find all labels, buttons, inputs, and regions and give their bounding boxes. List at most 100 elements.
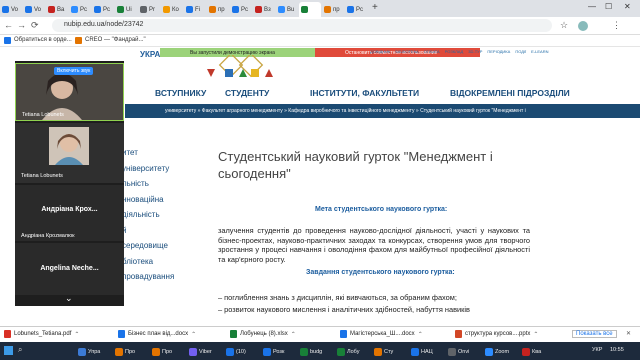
chevron-up-icon[interactable]: ⌃ [533,331,538,338]
download-item[interactable]: Бізнес план від...docx ⌃ [118,330,196,338]
nav-item-applicant[interactable]: ВСТУПНИКУ [155,88,206,98]
participant-photo-tile[interactable]: Tetiana Lobunets [15,123,124,183]
taskbar-app[interactable]: Про [152,346,172,357]
top-link[interactable]: ПЕРІОДИКА [487,49,510,54]
show-all-downloads-button[interactable]: Показать все [572,330,617,338]
browser-tab[interactable]: пр [207,2,229,17]
app-icon [115,347,123,356]
top-link[interactable]: РОЗКЛАД [445,49,464,54]
reload-icon[interactable]: ⟳ [31,20,39,31]
taskbar-app[interactable]: budg [300,346,322,357]
browser-tab[interactable]: Ui [115,2,137,17]
downloads-bar: Lobunets_Tetiana.pdf ⌃ Бізнес план від...d… [0,326,640,342]
nav-item-institutes[interactable]: ІНСТИТУТИ, ФАКУЛЬТЕТИ [310,88,419,98]
new-tab-button[interactable]: + [368,2,382,17]
taskbar-app-label: Лобу [347,348,360,355]
url-field[interactable]: nubip.edu.ua/node/23742 [52,19,552,32]
windows-taskbar: ⌕ УКР 10:55 Упра Про Про Viber (10) Розк budg Л… [0,342,640,360]
top-link[interactable]: ДОВІДНИК [370,49,390,54]
browser-tab[interactable]: Vo [0,2,22,17]
task-item: – розвиток наукового мислення і аналітич… [218,305,470,314]
browser-tab[interactable]: Pc [230,2,252,17]
taskbar-app[interactable]: Упра [78,346,100,357]
forward-arrow-icon[interactable]: → [17,20,26,30]
taskbar-app[interactable]: Сту [374,346,393,357]
nav-item-student[interactable]: СТУДЕНТУ [225,88,269,98]
file-icon [230,330,237,338]
language-indicator[interactable]: УКР [592,347,602,353]
goal-text: залучення студентів до проведення науков… [218,226,530,264]
browser-tab[interactable]: Вз [253,2,275,17]
browser-tab[interactable] [299,2,321,17]
tab-label: Ui [126,6,132,13]
clock[interactable]: 10:55 [610,347,624,353]
profile-avatar[interactable] [578,21,588,31]
tab-favicon-icon [71,6,78,13]
chevron-up-icon[interactable]: ⌃ [74,331,79,338]
tab-label: Vo [11,6,19,13]
taskbar-app-label: Розк [273,348,285,355]
file-icon [455,330,462,338]
close-window-button[interactable]: ✕ [624,2,631,11]
bookmark-item[interactable]: CREO — "Фандрай..." [85,37,146,43]
maximize-button[interactable]: ☐ [605,2,612,11]
taskbar-app-label: Про [162,348,173,355]
back-arrow-icon[interactable]: ← [4,20,13,30]
search-icon[interactable]: ⌕ [18,345,22,355]
tab-label: Bu [287,6,295,13]
tab-favicon-icon [278,6,285,13]
browser-tab[interactable]: Fi [184,2,206,17]
tab-label: Вз [264,6,271,13]
taskbar-app[interactable]: НАЦ [411,346,433,357]
taskbar-app[interactable]: Про [115,346,135,357]
top-link[interactable]: 3D-ТУР [468,49,482,54]
start-icon[interactable] [4,346,13,355]
scroll-down-icon[interactable]: ⌄ [65,293,73,304]
bookmark-icon [4,37,11,44]
taskbar-app[interactable]: (10) [226,346,246,357]
download-item[interactable]: Лобунець (8).xlsx ⌃ [230,330,296,338]
close-downloads-icon[interactable]: ✕ [626,330,631,337]
browser-tab[interactable]: Ко [161,2,183,17]
breadcrumb: университету » Факультет аграрного менед… [125,104,640,118]
chevron-up-icon[interactable]: ⌃ [191,331,196,338]
participant-name-tile[interactable]: Андріана Крох... Андріана Кроzмалюк [15,185,124,241]
bookmark-item[interactable]: Обратиться в орде... [14,37,72,43]
download-item[interactable]: Магістерська_Ш....docx ⌃ [340,330,423,338]
participant-video-tile[interactable]: Включить звук Tetiana Lobunets [15,63,124,121]
top-link[interactable]: БІБЛІОТЕКА [395,49,418,54]
taskbar-app[interactable]: Розк [263,346,284,357]
page-title: Студентський науковий гурток "Менеджмент… [218,149,493,181]
taskbar-app[interactable]: Zoom [485,346,509,357]
participant-name-tile[interactable]: Angelina Neche... [15,243,124,295]
taskbar-app-label: Ква [532,348,542,355]
unmute-button[interactable]: Включить звук [54,67,94,75]
browser-tab[interactable]: Pc [345,2,367,17]
browser-tab[interactable]: Vo [23,2,45,17]
nav-item-divisions[interactable]: ВІДОКРЕМЛЕНІ ПІДРОЗДІЛИ [450,88,570,98]
minimize-button[interactable]: — [588,2,596,11]
tab-favicon-icon [163,6,170,13]
top-link[interactable]: ОПЛАТА [424,49,440,54]
taskbar-app[interactable]: Viber [189,346,212,357]
browser-tab[interactable]: пр [322,2,344,17]
download-label: Lobunets_Tetiana.pdf [14,331,72,337]
browser-tab[interactable]: Ва [46,2,68,17]
taskbar-app[interactable]: Лобу [337,346,359,357]
top-link[interactable]: ПОДІЇ [515,49,526,54]
download-item[interactable]: структура курсов....pptx ⌃ [455,330,538,338]
taskbar-app[interactable]: Onvi [448,346,469,357]
top-link[interactable]: E-LEARN [531,49,548,54]
browser-tab[interactable]: Pr [138,2,160,17]
taskbar-app[interactable]: Ква [522,346,541,357]
breadcrumb-text[interactable]: университету » Факультет аграрного менед… [165,108,526,114]
browser-tab[interactable]: Bu [276,2,298,17]
menu-icon[interactable]: ⋮ [612,20,621,31]
star-icon[interactable]: ☆ [560,20,568,31]
browser-tab[interactable]: Рc [92,2,114,17]
download-item[interactable]: Lobunets_Tetiana.pdf ⌃ [4,330,79,338]
participant-display-name: Angelina Neche... [40,265,99,272]
browser-tab[interactable]: Pc [69,2,91,17]
chevron-up-icon[interactable]: ⌃ [291,331,296,338]
chevron-up-icon[interactable]: ⌃ [418,331,423,338]
